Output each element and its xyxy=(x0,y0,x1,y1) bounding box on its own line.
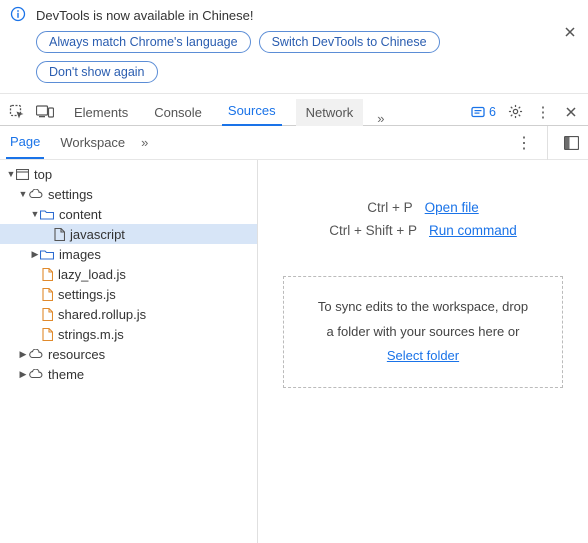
cloud-icon xyxy=(28,369,43,379)
tree-node-settings[interactable]: ▼ settings xyxy=(0,184,257,204)
sources-subtabs: Page Workspace » xyxy=(6,126,148,159)
show-navigator-icon[interactable] xyxy=(560,132,582,154)
tree-label: strings.m.js xyxy=(58,327,124,342)
caret-down-icon: ▼ xyxy=(6,169,16,179)
js-file-icon xyxy=(42,268,53,281)
tree-label: settings xyxy=(48,187,93,202)
issues-count: 6 xyxy=(489,105,496,119)
tree-label: content xyxy=(59,207,102,222)
shortcut-keys: Ctrl + P xyxy=(367,200,412,215)
sources-body: ▼ top ▼ settings ▼ conten xyxy=(0,160,588,543)
subtab-workspace[interactable]: Workspace xyxy=(56,127,129,158)
js-file-icon xyxy=(42,288,53,301)
subtabs-more-button[interactable]: » xyxy=(141,135,148,150)
caret-down-icon: ▼ xyxy=(30,209,40,219)
js-file-icon xyxy=(42,308,53,321)
tree-node-resources[interactable]: ▶ resources xyxy=(0,344,257,364)
tree-node-javascript[interactable]: javascript xyxy=(0,224,257,244)
tree-node-file[interactable]: strings.m.js xyxy=(0,324,257,344)
dropzone-text: To sync edits to the workspace, drop xyxy=(298,295,548,320)
tree-label: top xyxy=(34,167,52,182)
tab-console[interactable]: Console xyxy=(148,99,208,126)
banner-close-button[interactable] xyxy=(560,22,580,42)
tab-network[interactable]: Network xyxy=(296,99,364,126)
tabs-more-button[interactable]: » xyxy=(377,111,384,126)
inspect-element-icon[interactable] xyxy=(8,103,26,121)
navigator-kebab-icon[interactable]: ⋮ xyxy=(513,133,535,153)
tree-label: shared.rollup.js xyxy=(58,307,146,322)
caret-right-icon: ▶ xyxy=(18,369,28,380)
shortcut-open-file: Ctrl + P Open file xyxy=(367,200,478,215)
match-language-button[interactable]: Always match Chrome's language xyxy=(36,31,251,53)
tree-node-theme[interactable]: ▶ theme xyxy=(0,364,257,384)
info-icon xyxy=(10,6,26,25)
select-folder-link[interactable]: Select folder xyxy=(387,344,459,369)
toolbar-right-icons: 6 ⋮ xyxy=(471,103,580,121)
caret-right-icon: ▶ xyxy=(30,249,40,260)
window-icon xyxy=(16,169,29,180)
tree-node-file[interactable]: settings.js xyxy=(0,284,257,304)
navigator-tree: ▼ top ▼ settings ▼ conten xyxy=(0,160,258,543)
folder-icon xyxy=(40,209,54,220)
caret-down-icon: ▼ xyxy=(18,189,28,199)
tree-label: settings.js xyxy=(58,287,116,302)
banner-buttons: Always match Chrome's language Switch De… xyxy=(36,31,560,83)
sources-sub-toolbar: Page Workspace » ⋮ xyxy=(0,126,588,160)
tree-node-content[interactable]: ▼ content xyxy=(0,204,257,224)
tree-node-file[interactable]: shared.rollup.js xyxy=(0,304,257,324)
open-file-link[interactable]: Open file xyxy=(425,200,479,215)
workspace-dropzone[interactable]: To sync edits to the workspace, drop a f… xyxy=(283,276,563,388)
toolbar-left-icons xyxy=(8,103,54,121)
sources-sub-right: ⋮ xyxy=(513,126,582,160)
dropzone-text: a folder with your sources here or xyxy=(298,320,548,345)
file-icon xyxy=(54,228,65,241)
cloud-icon xyxy=(28,189,43,199)
subtab-page[interactable]: Page xyxy=(6,126,44,159)
tree-node-top[interactable]: ▼ top xyxy=(0,164,257,184)
vertical-divider xyxy=(547,126,548,160)
folder-icon xyxy=(40,249,54,260)
tree-label: resources xyxy=(48,347,105,362)
cloud-icon xyxy=(28,349,43,359)
tree-label: javascript xyxy=(70,227,125,242)
switch-language-button[interactable]: Switch DevTools to Chinese xyxy=(259,31,440,53)
kebab-icon[interactable]: ⋮ xyxy=(534,103,552,121)
sources-editor-placeholder: Ctrl + P Open file Ctrl + Shift + P Run … xyxy=(258,160,588,543)
tree-node-images[interactable]: ▶ images xyxy=(0,244,257,264)
tab-elements[interactable]: Elements xyxy=(68,99,134,126)
shortcut-keys: Ctrl + Shift + P xyxy=(329,223,417,238)
run-command-link[interactable]: Run command xyxy=(429,223,517,238)
issues-button[interactable]: 6 xyxy=(471,105,496,119)
tab-sources[interactable]: Sources xyxy=(222,97,282,126)
js-file-icon xyxy=(42,328,53,341)
device-toggle-icon[interactable] xyxy=(36,103,54,121)
banner-title: DevTools is now available in Chinese! xyxy=(36,6,560,23)
caret-right-icon: ▶ xyxy=(18,349,28,360)
tree-label: theme xyxy=(48,367,84,382)
tree-node-file[interactable]: lazy_load.js xyxy=(0,264,257,284)
main-toolbar: Elements Console Sources Network » 6 ⋮ xyxy=(0,94,588,126)
tree-label: lazy_load.js xyxy=(58,267,126,282)
issue-icon xyxy=(471,105,485,119)
gear-icon[interactable] xyxy=(506,103,524,121)
dont-show-again-button[interactable]: Don't show again xyxy=(36,61,158,83)
language-banner: DevTools is now available in Chinese! Al… xyxy=(0,0,588,94)
tree-label: images xyxy=(59,247,101,262)
panel-tabs: Elements Console Sources Network » xyxy=(68,97,385,126)
shortcut-run-command: Ctrl + Shift + P Run command xyxy=(329,223,517,238)
close-icon[interactable] xyxy=(562,103,580,121)
